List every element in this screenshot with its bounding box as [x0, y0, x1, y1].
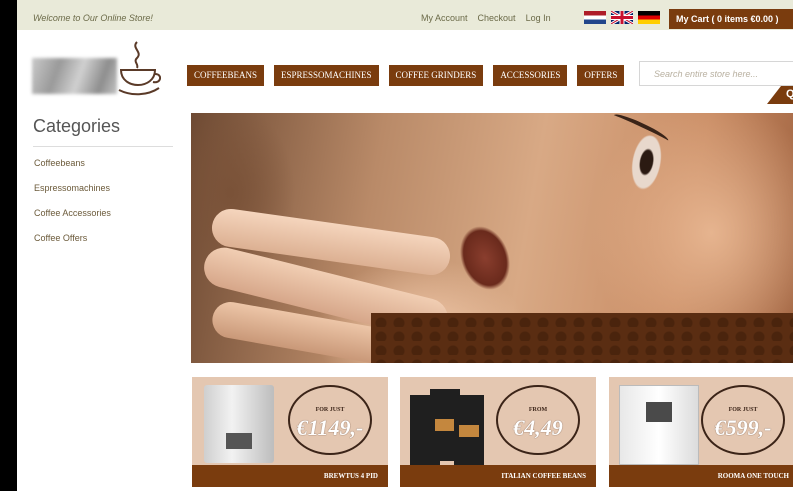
price-value: €1149,- — [296, 415, 364, 440]
coffee-beans-shape — [371, 313, 793, 363]
store-page: Welcome to Our Online Store! My Account … — [17, 0, 793, 491]
price-value: €599,- — [714, 415, 772, 440]
price-prefix: FROM — [528, 407, 548, 413]
coffee-bag — [454, 395, 484, 467]
hero-banner-image[interactable] — [191, 113, 793, 363]
category-link-coffee-accessories[interactable]: Coffee Accessories — [34, 208, 111, 233]
category-link-coffeebeans[interactable]: Coffeebeans — [34, 158, 111, 183]
category-list: Coffeebeans Espressomachines Coffee Acce… — [34, 158, 111, 258]
search-button[interactable]: Q — [767, 86, 793, 104]
category-link-espressomachines[interactable]: Espressomachines — [34, 183, 111, 208]
cart-button[interactable]: My Cart ( 0 items €0.00 ) — [669, 9, 793, 29]
promo-tile-espresso-machine[interactable]: FOR JUST €1149,- BREWTUS 4 PID — [192, 377, 388, 487]
price-prefix: FOR JUST — [315, 407, 345, 413]
tile-caption: ROOMA ONE TOUCH — [717, 472, 789, 480]
price-badge: FOR JUST €1149,- — [288, 385, 372, 455]
store-logo-text[interactable] — [32, 58, 117, 94]
categories-heading: Categories — [33, 116, 121, 136]
tile-caption-band: ROOMA ONE TOUCH — [609, 465, 793, 487]
log-in-link[interactable]: Log In — [526, 13, 551, 23]
machine-group-head — [226, 433, 252, 449]
hero-lips-shape — [451, 218, 519, 298]
promo-tile-coffee-beans[interactable]: FROM €4,49 ITALIAN COFFEE BEANS — [400, 377, 596, 487]
price-badge: FOR JUST €599,- — [701, 385, 785, 455]
tile-caption: BREWTUS 4 PID — [323, 472, 378, 480]
checkout-link[interactable]: Checkout — [478, 13, 516, 23]
my-account-link[interactable]: My Account — [421, 13, 468, 23]
coffee-cup-logo-icon[interactable] — [117, 40, 161, 96]
bag-label — [435, 419, 455, 431]
price-badge: FROM €4,49 — [496, 385, 580, 455]
uk-flag-icon[interactable] — [611, 11, 633, 24]
tile-caption-band: ITALIAN COFFEE BEANS — [400, 465, 596, 487]
promo-tile-coffee-machine[interactable]: FOR JUST €599,- ROOMA ONE TOUCH — [609, 377, 793, 487]
automatic-coffee-machine-image — [619, 385, 699, 465]
account-links: My Account Checkout Log In — [421, 13, 551, 23]
categories-divider — [33, 146, 173, 147]
machine-display — [646, 402, 672, 422]
price-prefix: FOR JUST — [728, 407, 758, 413]
welcome-message: Welcome to Our Online Store! — [33, 13, 153, 23]
tile-caption-band: BREWTUS 4 PID — [192, 465, 388, 487]
bag-label — [459, 425, 479, 437]
nav-item-coffee-grinders[interactable]: COFFEE GRINDERS — [388, 65, 484, 86]
top-bar: Welcome to Our Online Store! My Account … — [17, 0, 793, 30]
category-link-coffee-offers[interactable]: Coffee Offers — [34, 233, 111, 258]
espresso-machine-image — [204, 385, 274, 463]
main-navigation: COFFEEBEANS ESPRESSOMACHINES COFFEE GRIN… — [187, 65, 634, 86]
cart-label: My Cart ( 0 items €0.00 ) — [676, 14, 779, 24]
nav-item-accessories[interactable]: ACCESSORIES — [493, 65, 568, 86]
tile-caption: ITALIAN COFFEE BEANS — [501, 472, 586, 480]
german-flag-icon[interactable] — [638, 11, 660, 24]
price-value: €4,49 — [513, 415, 563, 440]
nav-item-coffeebeans[interactable]: COFFEEBEANS — [187, 65, 265, 86]
nav-item-offers[interactable]: OFFERS — [577, 65, 625, 86]
nav-item-espressomachines[interactable]: ESPRESSOMACHINES — [274, 65, 379, 86]
search-icon: Q — [786, 88, 793, 100]
search-input[interactable]: Search entire store here... — [639, 61, 793, 86]
coffee-bags-image — [410, 385, 492, 467]
dutch-flag-icon[interactable] — [584, 11, 606, 24]
